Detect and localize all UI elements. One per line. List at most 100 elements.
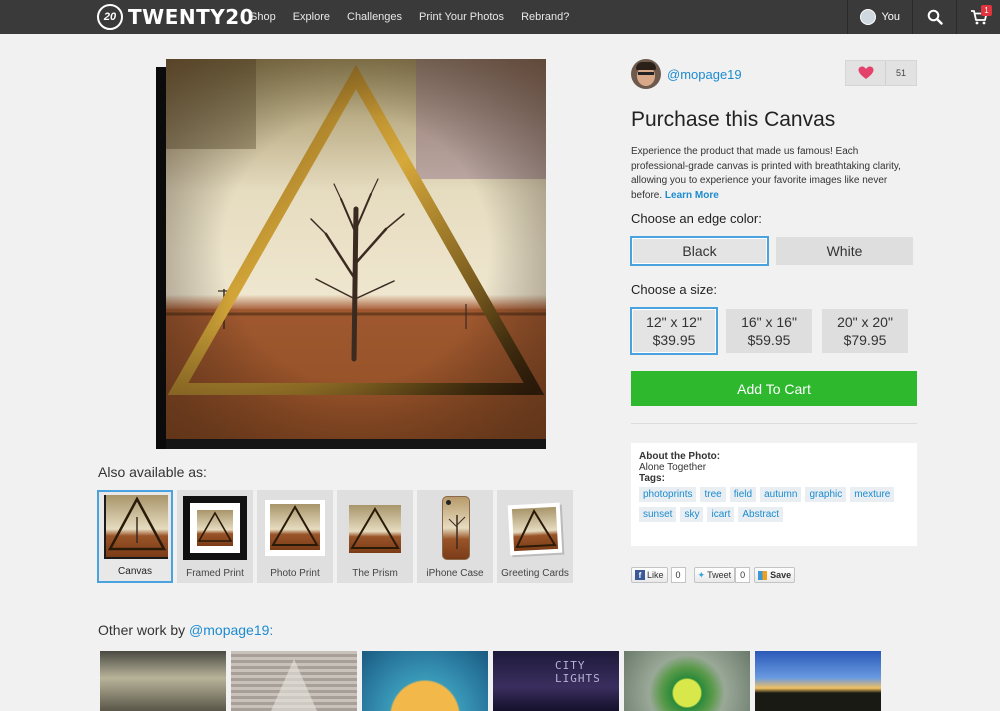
tag-sky[interactable]: sky — [680, 507, 704, 522]
size-option-16[interactable]: 16" x 16" $59.95 — [726, 309, 812, 353]
edge-option-black[interactable]: Black — [630, 236, 769, 266]
nav-link-print-your-photos[interactable]: Print Your Photos — [419, 11, 504, 23]
like-widget[interactable]: 51 — [845, 60, 917, 86]
tweet-label: Tweet — [707, 570, 732, 580]
format-greeting-cards[interactable]: Greeting Cards — [497, 490, 573, 583]
top-nav: 20 TWENTY20 Shop Explore Challenges Prin… — [0, 0, 1000, 34]
tag-field[interactable]: field — [729, 487, 757, 502]
nav-link-challenges[interactable]: Challenges — [347, 11, 402, 23]
other-work-thumb[interactable]: CITY LIGHTS — [493, 651, 619, 711]
format-label-greeting-cards: Greeting Cards — [501, 568, 569, 579]
nav-you-button[interactable]: You — [847, 0, 912, 34]
edge-color-label: Choose an edge color: — [631, 211, 762, 226]
facebook-like-count: 0 — [670, 567, 686, 583]
learn-more-link[interactable]: Learn More — [665, 190, 719, 201]
format-options: Canvas Framed Print Photo Print The Pris… — [97, 490, 577, 583]
user-avatar — [631, 59, 661, 89]
format-label-the-prism: The Prism — [352, 568, 398, 579]
add-to-cart-button[interactable]: Add To Cart — [631, 371, 917, 406]
canvas-thumb — [104, 495, 168, 559]
tag-abstract[interactable]: Abstract — [738, 507, 784, 522]
user-handle: @mopage19 — [667, 66, 742, 82]
user-info[interactable]: @mopage19 — [631, 59, 742, 89]
search-icon — [927, 9, 943, 25]
format-the-prism[interactable]: The Prism — [337, 490, 413, 583]
nav-avatar — [860, 9, 877, 25]
size-option-12-size: 12" x 12" — [646, 314, 702, 330]
page-title: Purchase this Canvas — [631, 108, 836, 131]
other-work-thumb[interactable] — [362, 651, 488, 711]
other-work-prefix: Other work by — [98, 622, 190, 638]
save-button[interactable]: Save — [754, 567, 796, 583]
also-available-label: Also available as: — [98, 464, 207, 480]
other-work-user-link[interactable]: @mopage19: — [189, 622, 273, 638]
tweet-button[interactable]: ✦ Tweet — [693, 567, 736, 583]
canvas-artwork — [166, 59, 546, 439]
photo-title: Alone Together — [639, 462, 707, 473]
other-work-thumb[interactable] — [100, 651, 226, 711]
tag-autumn[interactable]: autumn — [760, 487, 802, 502]
facebook-like-button[interactable]: f Like — [631, 567, 668, 583]
canvas-edge-bottom — [156, 439, 546, 449]
search-button[interactable] — [912, 0, 956, 34]
cart-count-badge: 1 — [981, 5, 992, 16]
format-photo-print[interactable]: Photo Print — [257, 490, 333, 583]
about-heading: About the Photo: — [639, 451, 721, 462]
size-label: Choose a size: — [631, 282, 717, 297]
nav-you-label: You — [881, 11, 900, 23]
twitter-icon: ✦ — [697, 569, 706, 580]
nav-link-explore[interactable]: Explore — [293, 11, 330, 23]
other-work-thumb[interactable] — [755, 651, 881, 711]
other-work-thumb[interactable] — [231, 651, 357, 711]
format-label-iphone-case: iPhone Case — [426, 568, 484, 579]
tag-mexture[interactable]: mexture — [850, 487, 895, 502]
about-photo-panel: About the Photo: Alone Together Tags: ph… — [631, 443, 917, 546]
other-work-label: Other work by @mopage19: — [98, 622, 273, 638]
format-label-photo-print: Photo Print — [270, 568, 320, 579]
iphone-case-thumb — [442, 496, 470, 560]
artwork-image — [166, 59, 546, 439]
edge-option-white[interactable]: White — [776, 237, 913, 265]
format-label-canvas: Canvas — [118, 566, 152, 577]
like-count: 51 — [895, 68, 906, 78]
size-option-20[interactable]: 20" x 20" $79.95 — [822, 309, 908, 353]
cart-button[interactable]: 1 — [956, 0, 1000, 34]
greeting-cards-thumb — [507, 502, 563, 556]
format-iphone-case[interactable]: iPhone Case — [417, 490, 493, 583]
logo-badge: 20 — [97, 4, 123, 30]
tag-icart[interactable]: icart — [707, 507, 735, 522]
size-option-16-price: $59.95 — [747, 332, 791, 348]
divider — [631, 423, 917, 424]
size-option-20-price: $79.95 — [843, 332, 887, 348]
tag-graphic[interactable]: graphic — [805, 487, 847, 502]
format-canvas[interactable]: Canvas — [97, 490, 173, 583]
heart-icon — [858, 66, 873, 79]
social-buttons: f Like 0 ✦ Tweet 0 Save — [631, 567, 796, 583]
tweet-count: 0 — [735, 567, 751, 583]
product-description: Experience the product that made us famo… — [631, 145, 916, 203]
other-work-thumb[interactable] — [624, 651, 750, 711]
facebook-icon: f — [635, 570, 645, 580]
canvas-preview — [156, 59, 546, 449]
size-option-12-price: $39.95 — [652, 332, 696, 348]
save-label: Save — [770, 570, 792, 580]
facebook-like-label: Like — [647, 570, 664, 580]
logo-text: TWENTY20 — [128, 5, 255, 29]
heart-button[interactable] — [846, 61, 886, 85]
tag-tree[interactable]: tree — [700, 487, 726, 502]
prism-thumb — [349, 505, 401, 553]
size-option-20-size: 20" x 20" — [837, 314, 893, 330]
framed-print-thumb — [183, 496, 247, 560]
format-label-framed-print: Framed Print — [186, 568, 244, 579]
format-framed-print[interactable]: Framed Print — [177, 490, 253, 583]
photo-print-thumb — [265, 500, 325, 556]
nav-link-rebrand[interactable]: Rebrand? — [521, 11, 569, 23]
other-work-strip: CITY LIGHTS — [100, 651, 886, 711]
nav-link-shop[interactable]: Shop — [250, 11, 276, 23]
tag-photoprints[interactable]: photoprints — [639, 487, 697, 502]
size-option-12[interactable]: 12" x 12" $39.95 — [630, 307, 718, 355]
save-icon — [758, 570, 768, 580]
tag-sunset[interactable]: sunset — [639, 507, 677, 522]
tags-label: Tags: — [639, 473, 665, 484]
logo[interactable]: 20 TWENTY20 — [97, 3, 254, 31]
